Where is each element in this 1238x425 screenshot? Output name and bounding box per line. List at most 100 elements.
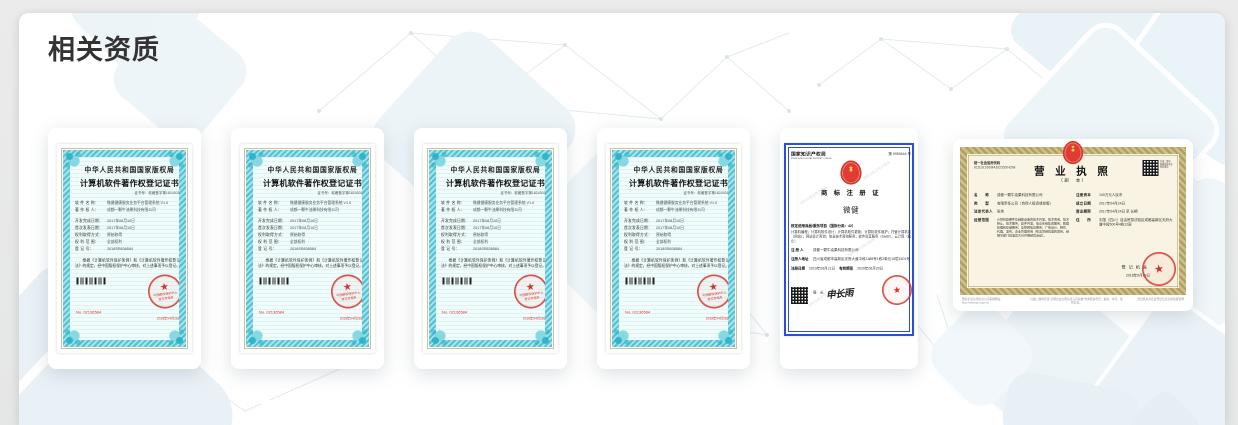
certificate-card-trademark[interactable]: 商标注册证电子副本 商标注册证电子副本 商标注册证电子副本 商标注册证电子副本 … bbox=[780, 128, 918, 369]
field-row: 成立日期 2017年04月24日 bbox=[1076, 201, 1126, 206]
certificate-card-software-copyright-4[interactable]: 中华人民共和国国家版权局 计算机软件著作权登记证书 证书号：软著登字第18243… bbox=[597, 128, 750, 369]
registration-statement: 根据《计算机软件保护条例》和《计算机软件著作权登记办法》的规定，经中国版权保护中… bbox=[624, 258, 728, 268]
field-row: 注册资本 100万元人民币 bbox=[1076, 193, 1123, 198]
field-row: 首次发表日期： 2017年08月10日 bbox=[75, 225, 135, 231]
license-fields: 名 称 成都一颗牛油果科技有限公司 类 型 有限责任公司（自然人投资或控股） 法… bbox=[974, 193, 1174, 242]
national-emblem-icon bbox=[1063, 141, 1083, 164]
trademark-certificate: 商标注册证电子副本 商标注册证电子副本 商标注册证电子副本 商标注册证电子副本 … bbox=[784, 143, 914, 336]
serial-number: No. 02136584 bbox=[259, 310, 285, 315]
field-row: 首次发表日期： 2017年08月10日 bbox=[624, 225, 684, 231]
field-row: 经营范围 计算机软硬件及辅助设备的技术开发、技术咨询、技术转让、技术服务；软件开… bbox=[974, 218, 1070, 238]
field-row: 开发完成日期： 2017年08月10日 bbox=[441, 218, 501, 224]
field-row: 权 利 范 围： 全部权利 bbox=[441, 239, 488, 245]
field-row: 权 利 范 围： 全部权利 bbox=[624, 239, 671, 245]
certificate-body: 中华人民共和国国家版权局 计算机软件著作权登记证书 证书号：软著登字第18243… bbox=[253, 157, 362, 340]
official-seal-icon: ★ 中国版权保护中心 登记专用章 bbox=[694, 272, 728, 311]
seal-date: 2018年04月28日 bbox=[156, 317, 179, 321]
seal-text: 登记专用章 bbox=[524, 296, 540, 302]
serial-number: No. 02136584 bbox=[76, 310, 102, 315]
corner-flourish-icon bbox=[64, 324, 86, 346]
official-seal-icon: ★ bbox=[1139, 249, 1179, 289]
national-emblem-icon bbox=[840, 160, 862, 185]
certificate-card-software-copyright-3[interactable]: 中华人民共和国国家版权局 计算机软件著作权登记证书 证书号：软著登字第18243… bbox=[414, 128, 567, 369]
software-copyright-certificate: 中华人民共和国国家版权局 计算机软件著作权登记证书 证书号：软著登字第18243… bbox=[240, 144, 375, 353]
corner-flourish-icon bbox=[613, 324, 635, 346]
field-row: 权利取得方式： 原始取得 bbox=[624, 232, 671, 238]
field-row: 首次发表日期： 2017年08月10日 bbox=[258, 225, 318, 231]
seal-date: 2018年04月28日 bbox=[339, 317, 362, 321]
page: { "section": { "title": "相关资质" }, "color… bbox=[0, 0, 1238, 425]
certificate-footer: 局 长 申长雨 ★ bbox=[791, 273, 914, 307]
field-row: 权利取得方式： 原始取得 bbox=[258, 232, 305, 238]
seal-text: 登记专用章 bbox=[707, 296, 723, 302]
certificate-title: 计算机软件著作权登记证书 bbox=[628, 179, 728, 189]
dates-row: 注册日期 2019年06月21日 有效期至 2029年06月20日 bbox=[791, 267, 884, 271]
corner-flourish-icon bbox=[163, 151, 185, 173]
field-row: 权利取得方式： 原始取得 bbox=[75, 232, 122, 238]
address-row: 注册人地址 四川省成都市高新区天府大道中段1388号1栋2单元15层1501号 bbox=[791, 257, 910, 262]
trademark-name: 微健 bbox=[842, 206, 859, 215]
content-panel: 相关资质 中华人民共和国国家版权局 计算机软件著作权登记证书 证书号：软著登字第… bbox=[19, 13, 1225, 425]
official-seal-icon: ★ 中国版权保护中心 登记专用章 bbox=[145, 272, 179, 311]
certificate-body: 中华人民共和国国家版权局 计算机软件著作权登记证书 证书号：软著登字第18243… bbox=[619, 157, 728, 340]
certificates-row: 中华人民共和国国家版权局 计算机软件著作权登记证书 证书号：软著登字第18243… bbox=[48, 128, 1193, 369]
serial-number: No. 02136584 bbox=[442, 310, 468, 315]
certificate-card-business-license[interactable]: 统一社会信用代码 91510100MA6CD5XH2W 营 业 执 照 （副 本… bbox=[953, 139, 1193, 311]
director-label: 局 长 bbox=[813, 291, 824, 295]
certificate-header: 国家知识产权局 STATE INTELLECTUAL PROPERTY OFFI… bbox=[791, 150, 911, 160]
certificate-footer: No. 02136584 ★ 中国版权保护中心 登记专用章 2018年04月28… bbox=[75, 272, 179, 322]
corner-flourish-icon bbox=[712, 324, 734, 346]
field-row: 登 记 号： 2018SR836584 bbox=[624, 246, 683, 252]
license-sheet: 统一社会信用代码 91510100MA6CD5XH2W 营 业 执 照 （副 本… bbox=[960, 141, 1186, 295]
field-row: 开发完成日期： 2017年08月10日 bbox=[624, 218, 684, 224]
field-row: 著 作 权 人： 成都一颗牛油果科技有限公司 bbox=[75, 207, 156, 213]
seal-date: 2018年04月28日 bbox=[522, 317, 545, 321]
stage: 相关资质 中华人民共和国国家版权局 计算机软件著作权登记证书 证书号：软著登字第… bbox=[0, 0, 1238, 425]
qr-code bbox=[1142, 160, 1159, 176]
field-row: 著 作 权 人： 成都一颗牛油果科技有限公司 bbox=[441, 207, 522, 213]
star-icon: ★ bbox=[708, 281, 719, 294]
certificate-card-software-copyright-1[interactable]: 中华人民共和国国家版权局 计算机软件著作权登记证书 证书号：软著登字第18243… bbox=[48, 128, 201, 369]
official-seal-icon: ★ 中国版权保护中心 登记专用章 bbox=[511, 272, 545, 311]
field-row: 权利取得方式： 原始取得 bbox=[441, 232, 488, 238]
certificate-footer: No. 02136584 ★ 中国版权保护中心 登记专用章 2018年04月28… bbox=[441, 272, 545, 322]
corner-flourish-icon bbox=[247, 324, 269, 346]
seal-text: 登记专用章 bbox=[158, 296, 174, 302]
license-subtitle: （副 本） bbox=[1058, 177, 1088, 183]
footnote-center: 扫描二维码登录“全国企业信用信息公示系统”查询更多登记、备案、许可、监管信息。 bbox=[1030, 298, 1123, 305]
qr-caption: 扫描二维码 联网核查营业执照真伪 bbox=[1160, 160, 1173, 168]
certificate-number: 证书号：软著登字第1824301号 bbox=[683, 191, 728, 196]
field-row: 名 称 成都一颗牛油果科技有限公司 bbox=[974, 193, 1043, 198]
certificate-number: 证书号：软著登字第1824301号 bbox=[500, 191, 545, 196]
corner-flourish-icon bbox=[430, 324, 452, 346]
registration-statement: 根据《计算机软件保护条例》和《计算机软件著作权登记办法》的规定，经中国版权保护中… bbox=[75, 258, 179, 268]
goods-services-text: 计算机编程；计算机软件设计；计算机软件更新；计算机软件维护；托管计算机站（网站）… bbox=[791, 230, 911, 244]
corner-flourish-icon bbox=[346, 324, 368, 346]
field-row: 软 件 名 称： 微健健康服务业务平台管理系统 V1.0 bbox=[624, 200, 718, 206]
field-row: 首次发表日期： 2017年08月10日 bbox=[441, 225, 501, 231]
official-seal-icon: ★ 中国版权保护中心 登记专用章 bbox=[328, 272, 362, 311]
seal-date: 2018年04月28日 bbox=[705, 317, 728, 321]
registration-statement: 根据《计算机软件保护条例》和《计算机软件著作权登记办法》的规定，经中国版权保护中… bbox=[258, 258, 362, 268]
serial-number: No. 02136584 bbox=[625, 310, 651, 315]
corner-flourish-icon bbox=[163, 324, 185, 346]
certificate-card-software-copyright-2[interactable]: 中华人民共和国国家版权局 计算机软件著作权登记证书 证书号：软著登字第18243… bbox=[231, 128, 384, 369]
corner-flourish-icon bbox=[529, 324, 551, 346]
certificate-body: 中华人民共和国国家版权局 计算机软件著作权登记证书 证书号：软著登字第18243… bbox=[70, 157, 179, 340]
certificate-footer: No. 02136584 ★ 中国版权保护中心 登记专用章 2018年04月28… bbox=[258, 272, 362, 322]
field-row: 软 件 名 称： 微健健康服务业务平台管理系统 V1.0 bbox=[258, 200, 352, 206]
corner-flourish-icon bbox=[529, 151, 551, 173]
seal-text: 登记专用章 bbox=[341, 296, 357, 302]
left-column: 名 称 成都一颗牛油果科技有限公司 类 型 有限责任公司（自然人投资或控股） 法… bbox=[974, 193, 1069, 242]
registrant-row: 注 册 人 成都一颗牛油果科技有限公司 bbox=[791, 248, 859, 253]
certificate-body: 中华人民共和国国家版权局 计算机软件著作权登记证书 证书号：软著登字第18243… bbox=[436, 157, 545, 340]
watermark-text: 商标注册证电子副本 bbox=[862, 160, 892, 181]
field-row: 著 作 权 人： 成都一颗牛油果科技有限公司 bbox=[258, 207, 339, 213]
field-row: 住 所 中国（四川）自由贸易试验区成都高新区天府大道中段500号4栋12层 bbox=[1076, 218, 1173, 227]
star-icon: ★ bbox=[1153, 261, 1165, 276]
software-copyright-certificate: 中华人民共和国国家版权局 计算机软件著作权登记证书 证书号：软著登字第18243… bbox=[423, 144, 558, 353]
field-row: 开发完成日期： 2017年08月10日 bbox=[75, 218, 135, 224]
footnote-left: 国家企业信用信息公示系统网址：http://www.gsxt.gov.cn bbox=[962, 298, 1004, 305]
certificate-footer: No. 02136584 ★ 中国版权保护中心 登记专用章 2018年04月28… bbox=[624, 272, 728, 322]
right-column: 注册资本 100万元人民币 成立日期 2017年04月24日 营业期限 2017… bbox=[1076, 193, 1174, 242]
